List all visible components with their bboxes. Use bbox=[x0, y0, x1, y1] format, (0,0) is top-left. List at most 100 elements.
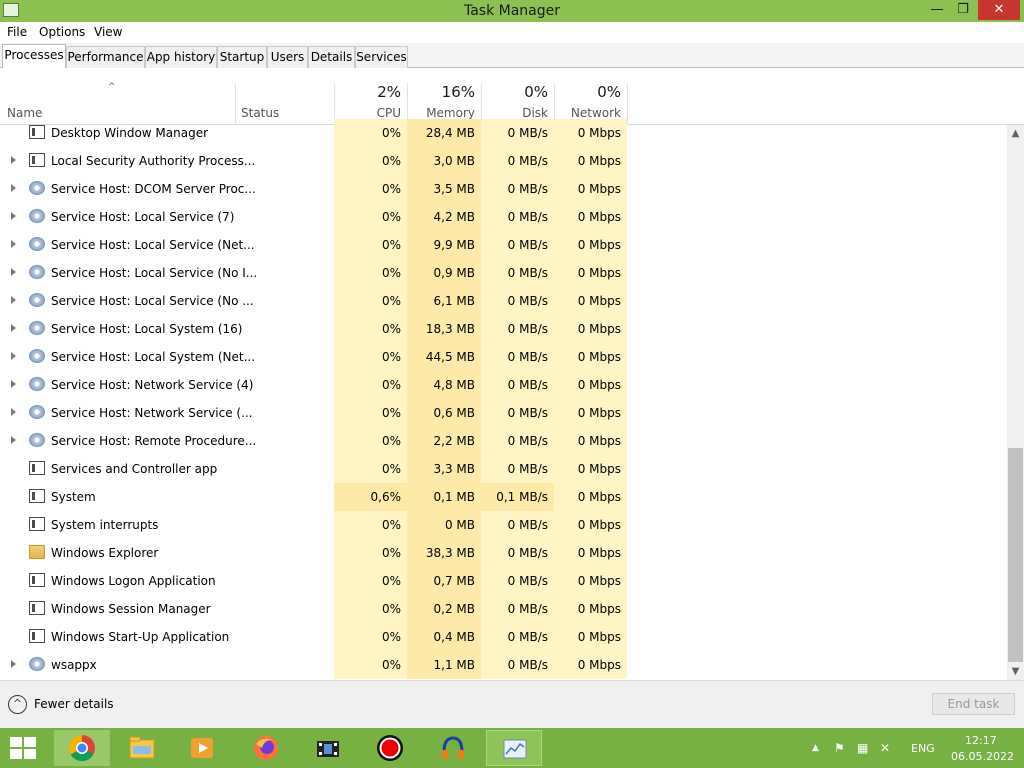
process-row[interactable]: Service Host: Network Service (4) 0% 4,8 M… bbox=[0, 371, 1007, 399]
tab-users[interactable]: Users bbox=[267, 46, 308, 68]
scroll-down-icon[interactable]: ▼ bbox=[1007, 663, 1024, 680]
taskbar-recorder[interactable] bbox=[362, 730, 418, 766]
process-gear-icon bbox=[29, 433, 45, 447]
volume-muted-icon[interactable]: ✕ bbox=[880, 741, 890, 755]
fewer-details-link[interactable]: Fewer details bbox=[34, 697, 114, 711]
expand-chevron-icon[interactable] bbox=[11, 660, 16, 668]
process-row[interactable]: Service Host: Local Service (Net... 0% 9,9… bbox=[0, 231, 1007, 259]
close-button[interactable]: ✕ bbox=[978, 0, 1020, 20]
expand-chevron-icon[interactable] bbox=[11, 184, 16, 192]
maximize-button[interactable]: ❐ bbox=[948, 0, 978, 20]
process-row[interactable]: Service Host: Local System (16) 0% 18,3 MB… bbox=[0, 315, 1007, 343]
process-cpu-cell: 0,6% bbox=[334, 483, 407, 511]
action-center-flag-icon[interactable]: ⚑ bbox=[834, 741, 845, 755]
taskbar-audio-editor[interactable] bbox=[425, 730, 481, 766]
expand-chevron-icon[interactable] bbox=[11, 156, 16, 164]
process-disk-cell: 0 MB/s bbox=[481, 399, 554, 427]
process-row[interactable]: Desktop Window Manager 0% 28,4 MB 0 MB/s 0 M… bbox=[0, 119, 1007, 147]
network-icon[interactable]: ▦ bbox=[857, 741, 868, 755]
process-row[interactable]: Service Host: Local Service (No I... 0% 0,… bbox=[0, 259, 1007, 287]
process-row[interactable]: Service Host: Local System (Net... 0% 44,5… bbox=[0, 343, 1007, 371]
process-row[interactable]: Windows Session Manager 0% 0,2 MB 0 MB/s 0 M… bbox=[0, 595, 1007, 623]
process-row[interactable]: System 0,6% 0,1 MB 0,1 MB/s 0 Mbps bbox=[0, 483, 1007, 511]
taskbar: ▲ ⚑ ▦ ✕ ENG 12:17 06.05.2022 bbox=[0, 728, 1024, 768]
process-name-cell: Service Host: Local System (Net... bbox=[0, 343, 334, 371]
expand-chevron-icon[interactable] bbox=[11, 408, 16, 416]
process-row[interactable]: Service Host: Local Service (No ... 0% 6,1… bbox=[0, 287, 1007, 315]
process-name: Service Host: Network Service (... bbox=[51, 406, 253, 420]
fewer-details-icon[interactable]: ^ bbox=[8, 695, 27, 714]
process-name-cell: Service Host: DCOM Server Proc... bbox=[0, 175, 334, 203]
taskbar-task-manager[interactable] bbox=[486, 730, 542, 766]
tab-processes[interactable]: Processes bbox=[2, 44, 66, 69]
expand-chevron-icon[interactable] bbox=[11, 212, 16, 220]
process-name: Service Host: DCOM Server Proc... bbox=[51, 182, 256, 196]
process-row[interactable]: Local Security Authority Process... 0% 3,0… bbox=[0, 147, 1007, 175]
end-task-button[interactable]: End task bbox=[932, 693, 1015, 715]
process-name: Windows Logon Application bbox=[51, 574, 216, 588]
process-row[interactable]: System interrupts 0% 0 MB 0 MB/s 0 Mbps bbox=[0, 511, 1007, 539]
start-button[interactable] bbox=[10, 737, 38, 759]
clock-date[interactable]: 06.05.2022 bbox=[951, 750, 1014, 763]
expand-chevron-icon[interactable] bbox=[11, 296, 16, 304]
language-indicator[interactable]: ENG bbox=[911, 742, 935, 755]
process-cpu-cell: 0% bbox=[334, 623, 407, 651]
process-row[interactable]: Windows Explorer 0% 38,3 MB 0 MB/s 0 Mbps bbox=[0, 539, 1007, 567]
process-name: Service Host: Local System (16) bbox=[51, 322, 243, 336]
process-name-cell: Services and Controller app bbox=[0, 455, 334, 483]
menu-file[interactable]: File bbox=[7, 25, 27, 39]
process-gear-icon bbox=[29, 181, 45, 195]
vertical-scrollbar[interactable]: ▲ ▼ bbox=[1007, 125, 1024, 680]
expand-chevron-icon[interactable] bbox=[11, 436, 16, 444]
title-bar[interactable]: Task Manager — ❐ ✕ bbox=[0, 0, 1024, 22]
expand-chevron-icon[interactable] bbox=[11, 268, 16, 276]
column-network-label: Network bbox=[570, 106, 621, 120]
taskbar-file-explorer[interactable] bbox=[114, 730, 170, 766]
menu-options[interactable]: Options bbox=[39, 25, 85, 39]
taskbar-chrome[interactable] bbox=[54, 730, 110, 766]
tab-startup[interactable]: Startup bbox=[217, 46, 267, 68]
scrollbar-thumb[interactable] bbox=[1008, 448, 1023, 662]
process-app-icon bbox=[29, 629, 45, 643]
video-editor-icon bbox=[317, 741, 339, 757]
taskbar-firefox[interactable] bbox=[238, 730, 294, 766]
column-cpu-label: CPU bbox=[376, 106, 401, 120]
process-row[interactable]: Service Host: Remote Procedure... 0% 2,2 M… bbox=[0, 427, 1007, 455]
tray-overflow-chevron-icon[interactable]: ▲ bbox=[812, 743, 819, 753]
process-disk-cell: 0 MB/s bbox=[481, 651, 554, 679]
process-network-cell: 0 Mbps bbox=[554, 511, 627, 539]
process-row[interactable]: Windows Start-Up Application 0% 0,4 MB 0 MB… bbox=[0, 623, 1007, 651]
process-row[interactable]: Service Host: Local Service (7) 0% 4,2 MB 0… bbox=[0, 203, 1007, 231]
tab-details[interactable]: Details bbox=[308, 46, 355, 68]
process-disk-cell: 0 MB/s bbox=[481, 371, 554, 399]
process-network-cell: 0 Mbps bbox=[554, 343, 627, 371]
scroll-up-icon[interactable]: ▲ bbox=[1007, 125, 1024, 142]
process-name-cell: Windows Session Manager bbox=[0, 595, 334, 623]
menu-view[interactable]: View bbox=[94, 25, 122, 39]
process-app-icon bbox=[29, 461, 45, 475]
process-memory-cell: 0,6 MB bbox=[407, 399, 481, 427]
process-row[interactable]: Service Host: Network Service (... 0% 0,6 … bbox=[0, 399, 1007, 427]
process-row[interactable]: Windows Logon Application 0% 0,7 MB 0 MB/s 0… bbox=[0, 567, 1007, 595]
process-network-cell: 0 Mbps bbox=[554, 231, 627, 259]
cpu-total-percent: 2% bbox=[377, 83, 401, 101]
taskbar-media-player[interactable] bbox=[174, 730, 230, 766]
tab-performance[interactable]: Performance bbox=[66, 46, 145, 68]
expand-chevron-icon[interactable] bbox=[11, 240, 16, 248]
menu-bar: File Options View bbox=[0, 22, 1024, 43]
task-manager-icon bbox=[503, 739, 527, 759]
expand-chevron-icon[interactable] bbox=[11, 324, 16, 332]
clock-time[interactable]: 12:17 bbox=[965, 734, 997, 747]
process-name-cell: Windows Start-Up Application bbox=[0, 623, 334, 651]
process-disk-cell: 0 MB/s bbox=[481, 175, 554, 203]
expand-chevron-icon[interactable] bbox=[11, 352, 16, 360]
process-network-cell: 0 Mbps bbox=[554, 455, 627, 483]
process-row[interactable]: wsappx 0% 1,1 MB 0 MB/s 0 Mbps bbox=[0, 651, 1007, 679]
tab-services[interactable]: Services bbox=[355, 46, 408, 68]
tab-app-history[interactable]: App history bbox=[145, 46, 217, 68]
taskbar-video-editor[interactable] bbox=[300, 730, 356, 766]
expand-chevron-icon[interactable] bbox=[11, 380, 16, 388]
process-gear-icon bbox=[29, 293, 45, 307]
process-row[interactable]: Service Host: DCOM Server Proc... 0% 3,5 M… bbox=[0, 175, 1007, 203]
process-row[interactable]: Services and Controller app 0% 3,3 MB 0 MB/… bbox=[0, 455, 1007, 483]
